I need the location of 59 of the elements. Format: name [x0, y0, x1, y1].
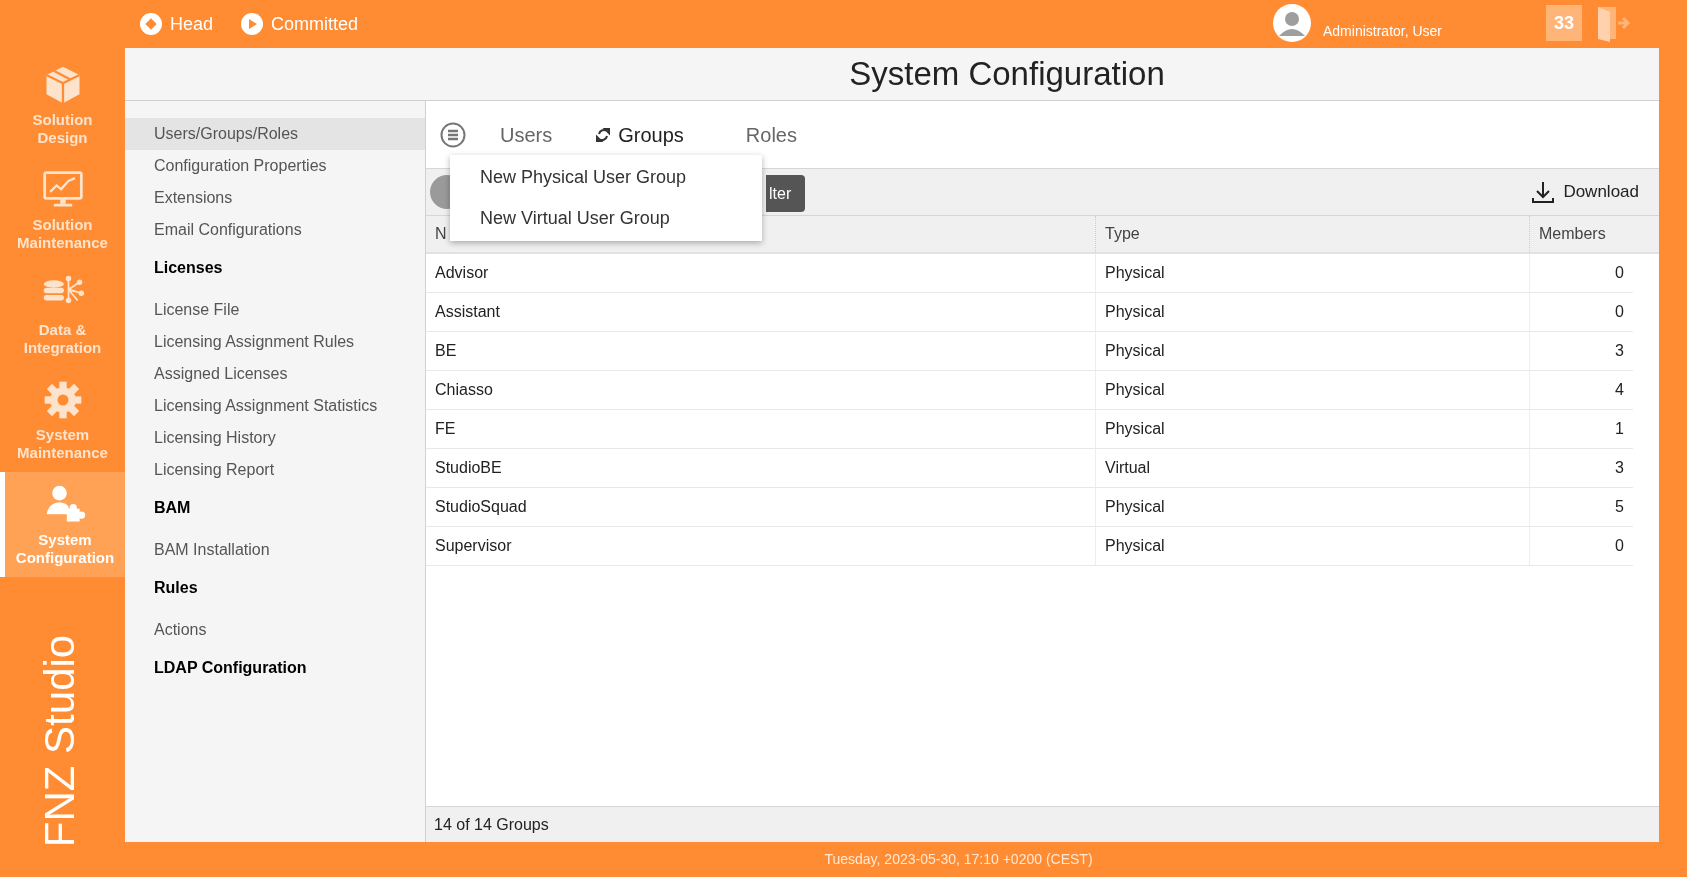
- table-cell: Virtual: [1095, 449, 1529, 487]
- nav-heading: Licenses: [153, 258, 224, 278]
- nav-heading: BAM: [153, 498, 192, 518]
- table-cell-text: StudioSquad: [434, 497, 528, 517]
- menu-item[interactable]: New Physical User Group: [450, 157, 762, 198]
- nav-heading: LDAP Configuration: [153, 658, 308, 678]
- tab[interactable]: Roles: [745, 119, 797, 150]
- table-cell: Physical: [1095, 371, 1529, 409]
- table-cell-text: Assistant: [434, 302, 501, 322]
- nav-link[interactable]: Licensing Assignment Statistics: [125, 390, 425, 422]
- group-count: 14 of 14 Groups: [434, 814, 549, 835]
- table-cell: 0: [1529, 254, 1633, 292]
- tab[interactable]: Users: [500, 119, 553, 150]
- nav-link[interactable]: Extensions: [125, 182, 425, 214]
- nav-link[interactable]: Actions: [125, 614, 425, 646]
- table-cell: Physical: [1095, 293, 1529, 331]
- tab[interactable]: Groups: [596, 119, 684, 150]
- table-cell: 0: [1529, 527, 1633, 565]
- download-icon: [1531, 180, 1556, 204]
- table-cell-text: StudioBE: [434, 458, 503, 478]
- table-cell: Physical: [1095, 254, 1529, 292]
- table-cell: 4: [1529, 371, 1633, 409]
- table-cell: 1: [1529, 410, 1633, 448]
- table-cell-text: BE: [434, 341, 458, 361]
- nav-link[interactable]: Licensing Assignment Rules: [125, 326, 425, 358]
- table-cell-text: Advisor: [434, 263, 490, 283]
- page-title: System Configuration: [849, 54, 1165, 95]
- nav-link[interactable]: Configuration Properties: [125, 150, 425, 182]
- table-cell: Physical: [1095, 410, 1529, 448]
- table-cell: Physical: [1095, 527, 1529, 565]
- table-cell-text: Chiasso: [434, 380, 494, 400]
- nav-link[interactable]: Email Configurations: [125, 214, 425, 246]
- table-cell: 0: [1529, 293, 1633, 331]
- status-date: Tuesday, 2023-05-30, 17:10 +0200 (CEST): [824, 850, 1093, 869]
- nav-link[interactable]: Licensing History: [125, 422, 425, 454]
- table-cell-text: Supervisor: [434, 536, 513, 556]
- table-cell: 3: [1529, 332, 1633, 370]
- download-button[interactable]: Download: [1531, 179, 1639, 205]
- play-icon: [241, 13, 264, 35]
- column-header[interactable]: Type: [1095, 216, 1529, 252]
- user-role: Administrator, User: [1323, 22, 1443, 41]
- table-cell: Physical: [1095, 488, 1529, 526]
- nav-link[interactable]: BAM Installation: [125, 534, 425, 566]
- column-header[interactable]: Members: [1529, 216, 1633, 252]
- nav-link[interactable]: Assigned Licenses: [125, 358, 425, 390]
- table-cell: 5: [1529, 488, 1633, 526]
- menu-item[interactable]: New Virtual User Group: [450, 198, 762, 239]
- table-cell: 3: [1529, 449, 1633, 487]
- nav-link[interactable]: License File: [125, 294, 425, 326]
- avatar-icon: [1273, 4, 1311, 42]
- filter-button[interactable]: lter: [766, 175, 806, 212]
- menu-icon: [440, 121, 466, 148]
- nav-link[interactable]: Licensing Report: [125, 454, 425, 486]
- nav-link[interactable]: Users/Groups/Roles: [125, 118, 425, 150]
- nav-heading: Rules: [153, 578, 199, 598]
- table-cell-text: FE: [434, 419, 457, 439]
- brand-logo: FNZ Studio: [39, 633, 81, 850]
- table-cell: Physical: [1095, 332, 1529, 370]
- sync-icon: [596, 125, 611, 144]
